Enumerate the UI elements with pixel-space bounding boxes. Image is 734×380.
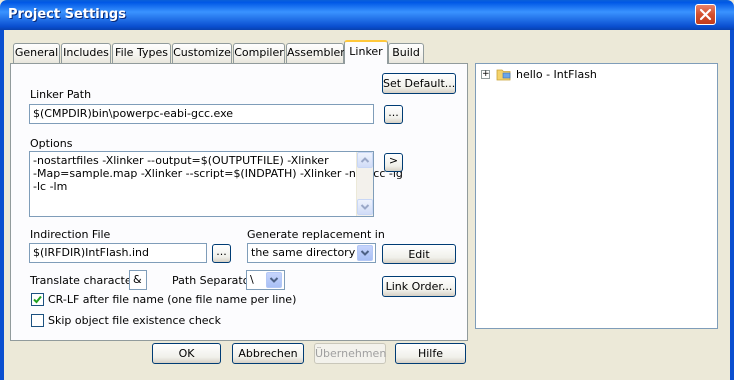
- edit-button[interactable]: Edit: [382, 244, 456, 264]
- ok-button[interactable]: OK: [152, 343, 221, 364]
- checkmark-icon: [33, 295, 42, 304]
- dropdown-arrow-button[interactable]: [357, 245, 373, 261]
- tab-file-types[interactable]: File Types: [112, 43, 171, 63]
- link-order-button[interactable]: Link Order...: [382, 276, 456, 297]
- tab-build[interactable]: Build: [388, 43, 424, 63]
- window-frame-right: [730, 30, 734, 380]
- chevron-down-icon: [269, 277, 279, 283]
- tree-item-label[interactable]: hello - IntFlash: [516, 68, 597, 81]
- tab-general[interactable]: General: [13, 43, 60, 63]
- skip-check-label: Skip object file existence check: [48, 314, 221, 327]
- options-line: -lc -lm: [33, 180, 68, 193]
- cancel-button[interactable]: Abbrechen: [232, 343, 304, 364]
- indirection-file-browse-button[interactable]: ...: [212, 244, 231, 263]
- linker-path-browse-button[interactable]: ...: [384, 105, 403, 124]
- close-icon: [699, 8, 712, 21]
- tab-assembler[interactable]: Assembler: [286, 43, 345, 63]
- options-expand-button[interactable]: >: [384, 153, 403, 172]
- window-title: Project Settings: [8, 7, 126, 22]
- skip-check-checkbox[interactable]: [31, 314, 44, 327]
- tab-compiler[interactable]: Compiler: [233, 43, 285, 63]
- title-bar[interactable]: Project Settings: [0, 0, 734, 30]
- linker-path-label: Linker Path: [30, 88, 92, 101]
- tab-linker[interactable]: Linker: [344, 40, 388, 64]
- set-default-button[interactable]: Set Default...: [382, 73, 456, 94]
- options-line: -nostartfiles -Xlinker --output=$(OUTPUT…: [33, 154, 329, 167]
- chevron-down-icon: [360, 204, 370, 210]
- linker-path-input[interactable]: $(CMPDIR)bin\powerpc-eabi-gcc.exe: [29, 104, 374, 124]
- scroll-down-button[interactable]: [357, 199, 373, 215]
- path-separator-select[interactable]: \: [246, 270, 285, 290]
- window-frame-left: [0, 30, 4, 380]
- options-scrollbar[interactable]: [356, 152, 373, 216]
- project-tree[interactable]: + hello - IntFlash: [475, 63, 718, 329]
- apply-button[interactable]: Übernehmen: [314, 343, 386, 364]
- path-separator-label: Path Separator: [172, 274, 254, 287]
- chevron-up-icon: [360, 157, 370, 163]
- crlf-checkbox[interactable]: [31, 293, 44, 306]
- chevron-down-icon: [360, 250, 370, 256]
- indirection-file-label: Indirection File: [30, 228, 111, 241]
- help-button[interactable]: Hilfe: [395, 343, 466, 364]
- generate-replacement-select[interactable]: the same directory: [247, 243, 376, 263]
- tab-customize[interactable]: Customize: [172, 43, 232, 63]
- close-button[interactable]: [695, 4, 716, 25]
- translate-char-label: Translate character:: [30, 274, 140, 287]
- scroll-up-button[interactable]: [357, 152, 373, 168]
- tab-includes[interactable]: Includes: [61, 43, 111, 63]
- translate-char-input[interactable]: &: [129, 270, 147, 290]
- dropdown-arrow-button[interactable]: [266, 272, 282, 288]
- generate-replacement-value: the same directory: [251, 246, 356, 259]
- options-textarea[interactable]: -nostartfiles -Xlinker --output=$(OUTPUT…: [29, 151, 403, 217]
- path-separator-value: \: [250, 273, 254, 286]
- options-line: -Map=sample.map -Xlinker --script=$(INDP…: [33, 167, 403, 180]
- crlf-label: CR-LF after file name (one file name per…: [48, 293, 297, 306]
- generate-replacement-label: Generate replacement in: [247, 228, 385, 241]
- project-folder-icon: [496, 67, 512, 82]
- tree-expander[interactable]: +: [481, 70, 490, 79]
- options-label: Options: [30, 137, 73, 150]
- indirection-file-input[interactable]: $(IRFDIR)IntFlash.ind: [29, 243, 207, 263]
